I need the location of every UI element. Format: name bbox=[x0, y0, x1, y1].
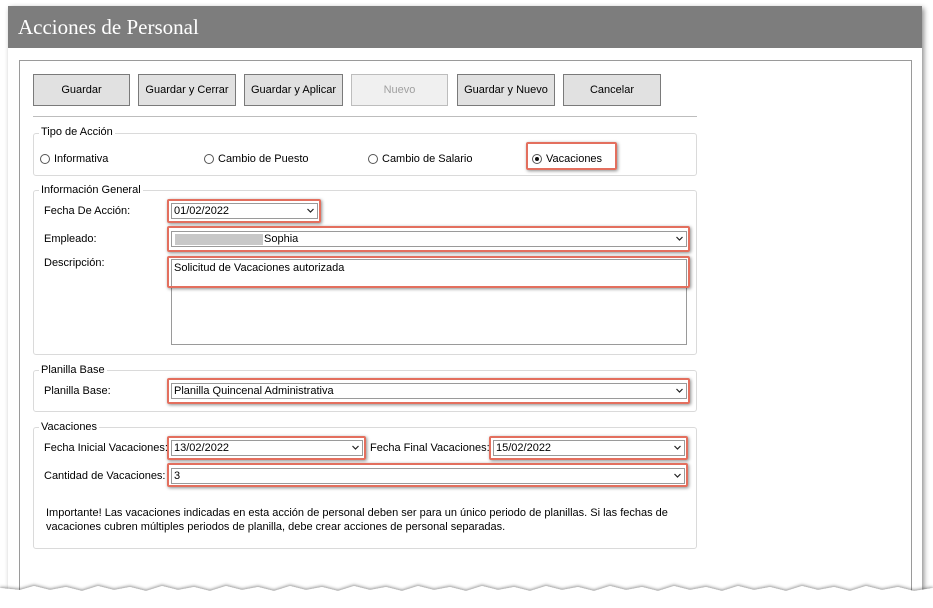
redacted-name-block bbox=[175, 234, 263, 245]
guardar-nuevo-label: Guardar y Nuevo bbox=[464, 84, 548, 96]
radio-cambio-salario[interactable]: Cambio de Salario bbox=[368, 153, 473, 165]
note-line-2: vacaciones cubren múltiples periodos de … bbox=[46, 521, 506, 533]
title-bar: Acciones de Personal bbox=[8, 6, 922, 48]
fecha-accion-value: 01/02/2022 bbox=[174, 205, 230, 217]
chevron-down-icon bbox=[674, 445, 681, 450]
radio-label: Cambio de Puesto bbox=[218, 153, 309, 165]
descripcion-value: Solicitud de Vacaciones autorizada bbox=[174, 262, 345, 274]
planilla-group-label: Planilla Base bbox=[39, 364, 107, 376]
fecha-final-value: 15/02/2022 bbox=[496, 442, 552, 454]
guardar-label: Guardar bbox=[61, 84, 102, 96]
nuevo-label: Nuevo bbox=[383, 84, 416, 96]
guardar-cerrar-button[interactable]: Guardar y Cerrar bbox=[138, 74, 236, 106]
note-line-1: Importante! Las vacaciones indicadas en … bbox=[46, 507, 668, 519]
fecha-inicial-picker[interactable]: 13/02/2022 bbox=[171, 440, 363, 456]
chevron-down-icon bbox=[676, 236, 683, 241]
fecha-accion-label: Fecha De Acción: bbox=[44, 205, 131, 217]
planilla-value: Planilla Quincenal Administrativa bbox=[174, 385, 334, 397]
chevron-down-icon bbox=[352, 445, 359, 450]
planilla-select[interactable]: Planilla Quincenal Administrativa bbox=[171, 383, 687, 399]
radio-vacaciones[interactable]: Vacaciones bbox=[532, 153, 602, 165]
radio-circle-selected bbox=[532, 154, 542, 164]
radio-label: Vacaciones bbox=[546, 153, 603, 165]
torn-edge-decoration bbox=[0, 586, 933, 608]
radio-circle bbox=[40, 154, 50, 164]
radio-informativa[interactable]: Informativa bbox=[40, 153, 108, 165]
radio-cambio-puesto[interactable]: Cambio de Puesto bbox=[204, 153, 309, 165]
nuevo-button[interactable]: Nuevo bbox=[351, 74, 448, 106]
fecha-accion-picker[interactable]: 01/02/2022 bbox=[171, 203, 318, 219]
planilla-label: Planilla Base: bbox=[44, 385, 111, 397]
radio-label: Informativa bbox=[54, 153, 109, 165]
chevron-down-icon bbox=[676, 388, 683, 393]
guardar-button[interactable]: Guardar bbox=[33, 74, 130, 106]
empleado-label: Empleado: bbox=[44, 233, 97, 245]
cantidad-value: 3 bbox=[174, 470, 181, 482]
window-title: Acciones de Personal bbox=[18, 15, 199, 39]
toolbar-divider bbox=[33, 116, 697, 117]
radio-circle bbox=[368, 154, 378, 164]
descripcion-label: Descripción: bbox=[44, 257, 105, 269]
cancelar-label: Cancelar bbox=[589, 84, 635, 96]
guardar-nuevo-button[interactable]: Guardar y Nuevo bbox=[457, 74, 555, 106]
chevron-down-icon bbox=[674, 473, 681, 478]
fecha-final-label: Fecha Final Vacaciones: bbox=[370, 442, 490, 454]
cantidad-label: Cantidad de Vacaciones: bbox=[44, 470, 166, 482]
chevron-down-icon bbox=[307, 208, 314, 213]
guardar-aplicar-button[interactable]: Guardar y Aplicar bbox=[244, 74, 343, 106]
guardar-aplicar-label: Guardar y Aplicar bbox=[251, 84, 336, 96]
empleado-value: Sophia bbox=[264, 233, 299, 245]
vacaciones-group-label: Vacaciones bbox=[39, 421, 100, 433]
radio-label: Cambio de Salario bbox=[382, 153, 473, 165]
fecha-inicial-label: Fecha Inicial Vacaciones: bbox=[44, 442, 168, 454]
guardar-cerrar-label: Guardar y Cerrar bbox=[145, 84, 229, 96]
cantidad-select[interactable]: 3 bbox=[171, 468, 685, 484]
info-general-group-label: Información General bbox=[39, 184, 143, 196]
fecha-final-picker[interactable]: 15/02/2022 bbox=[493, 440, 685, 456]
tipo-accion-group-label: Tipo de Acción bbox=[39, 126, 115, 138]
descripcion-textarea[interactable]: Solicitud de Vacaciones autorizada bbox=[171, 259, 687, 345]
vacaciones-note: Importante! Las vacaciones indicadas en … bbox=[46, 506, 691, 534]
radio-circle bbox=[204, 154, 214, 164]
cancelar-button[interactable]: Cancelar bbox=[563, 74, 661, 106]
fecha-inicial-value: 13/02/2022 bbox=[174, 442, 230, 454]
empleado-select[interactable]: Sophia bbox=[171, 231, 687, 247]
